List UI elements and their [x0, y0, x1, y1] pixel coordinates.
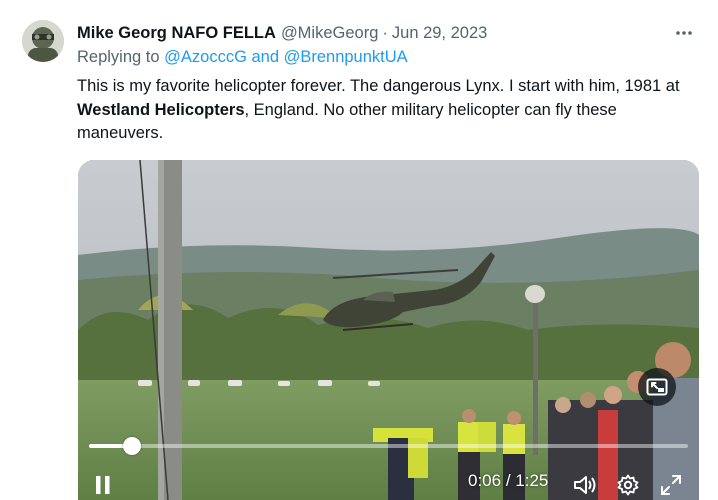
tweet-text: This is my favorite helicopter forever. … — [77, 75, 707, 146]
pause-icon — [96, 476, 110, 494]
duration: 1:25 — [515, 471, 549, 490]
current-time: 0:06 — [468, 471, 502, 490]
tweet-text-part1: This is my favorite helicopter forever. … — [77, 77, 680, 95]
pip-button[interactable] — [638, 368, 676, 406]
video-time: 0:06 / 1:25 — [468, 471, 548, 491]
author-name[interactable]: Mike Georg NAFO FELLA — [77, 24, 276, 43]
video-progress-thumb[interactable] — [122, 437, 141, 455]
avatar[interactable] — [22, 20, 64, 62]
time-separator: / — [501, 471, 516, 490]
picture-in-picture-icon — [646, 378, 668, 396]
reply-prefix: Replying to — [77, 48, 165, 66]
video-frame — [78, 160, 699, 500]
author-handle[interactable]: @MikeGeorg — [281, 24, 378, 43]
header-separator: · — [382, 23, 388, 42]
volume-icon — [574, 476, 596, 494]
pause-button[interactable] — [90, 472, 116, 498]
avatar-image — [22, 20, 64, 62]
settings-button[interactable] — [615, 472, 641, 498]
tweet-text-bold: Westland Helicopters — [77, 100, 245, 119]
tweet-date[interactable]: Jun 29, 2023 — [392, 24, 487, 43]
video-controls: 0:06 / 1:25 — [78, 468, 699, 500]
more-dots-icon — [676, 31, 692, 35]
fullscreen-expand-icon — [661, 475, 681, 495]
fullscreen-button[interactable] — [658, 472, 684, 498]
replying-to: Replying to @AzocccG and @BrennpunktUA — [77, 48, 408, 67]
video-progress-bar[interactable] — [89, 437, 688, 455]
volume-button[interactable] — [572, 472, 598, 498]
reply-mentions-link[interactable]: @AzocccG and @BrennpunktUA — [164, 48, 408, 66]
video-player[interactable]: 0:06 / 1:25 — [78, 160, 699, 500]
settings-gear-icon — [617, 474, 639, 496]
tweet-header: Mike Georg NAFO FELLA @MikeGeorg · Jun 2… — [77, 22, 696, 44]
more-options-button[interactable] — [672, 22, 696, 44]
